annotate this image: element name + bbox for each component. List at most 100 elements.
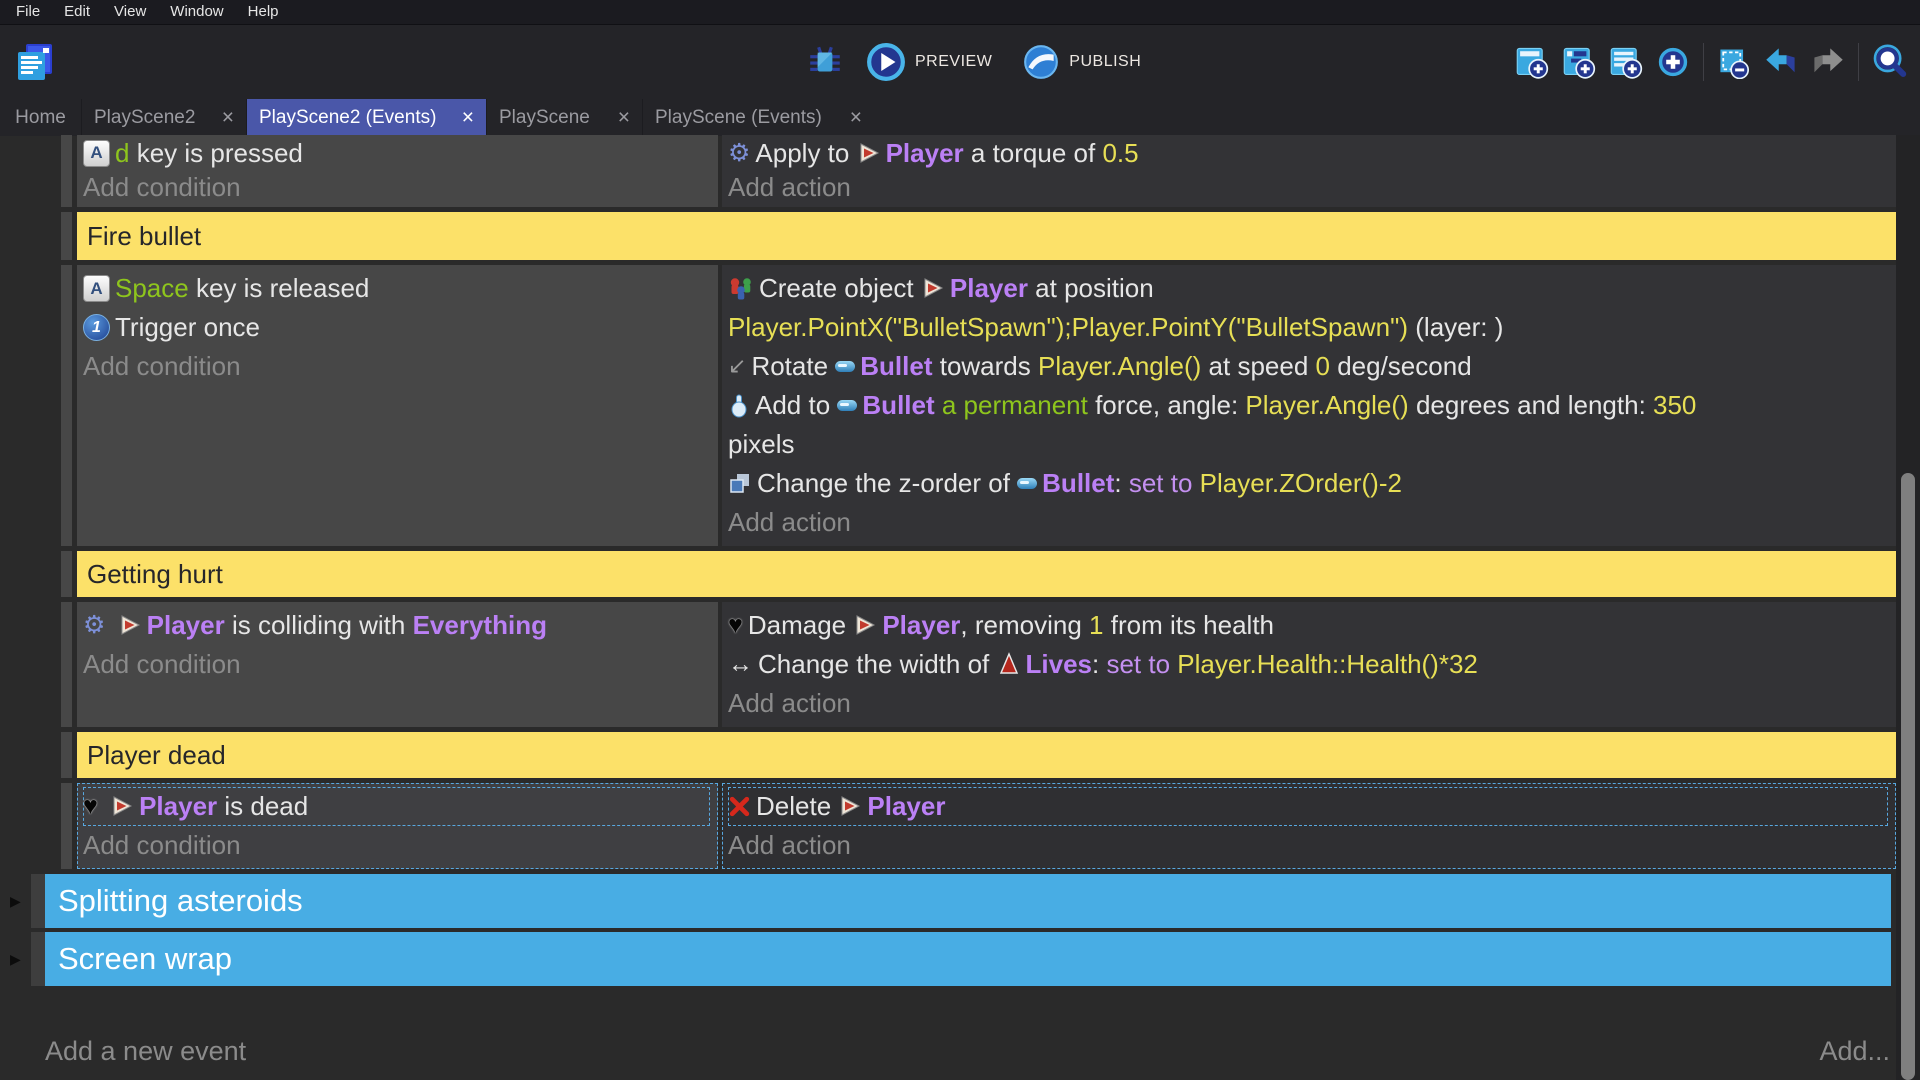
collapse-arrow-icon[interactable]: ▶	[0, 932, 31, 986]
tab-close-icon[interactable]: ×	[850, 107, 862, 128]
text-segment	[103, 791, 110, 821]
menu-item-view[interactable]: View	[102, 0, 158, 24]
comment-text: Getting hurt	[87, 559, 223, 590]
publish-icon[interactable]	[1022, 43, 1060, 81]
add-event-icon[interactable]	[1515, 45, 1549, 79]
action-line[interactable]: ♥Damage Player, removing 1 from its heal…	[728, 606, 1888, 645]
event-gutter	[61, 551, 72, 597]
add-action-link[interactable]: Add action	[728, 826, 1888, 865]
condition-line[interactable]: ASpace key is released	[83, 269, 710, 308]
text-segment: key is pressed	[129, 138, 302, 168]
text-segment: is dead	[217, 791, 308, 821]
action-line[interactable]: Delete Player	[728, 787, 1888, 826]
debug-icon[interactable]	[806, 43, 844, 81]
menubar: FileEditViewWindowHelp	[0, 0, 1920, 24]
group-bar[interactable]: Splitting asteroids	[45, 874, 1891, 928]
condition-line[interactable]: 1Trigger once	[83, 308, 710, 347]
search-icon[interactable]	[1872, 44, 1908, 80]
add-condition-link[interactable]: Add condition	[83, 826, 710, 865]
menu-item-file[interactable]: File	[4, 0, 52, 24]
add-condition-link[interactable]: Add condition	[83, 170, 710, 204]
text-segment: degrees and length:	[1409, 390, 1653, 420]
text-segment: force, angle:	[1088, 390, 1246, 420]
tab-close-icon[interactable]: ×	[462, 107, 474, 128]
add-more-link[interactable]: Add...	[1819, 1036, 1890, 1067]
comment-row: Fire bullet	[0, 212, 1896, 260]
text-segment: Bullet	[862, 390, 934, 420]
actions-cell: Create object Player at positionPlayer.P…	[722, 265, 1896, 546]
rotate-icon: ↙	[728, 355, 746, 377]
tab-label: PlayScene	[499, 107, 590, 129]
text-segment: :	[1092, 649, 1106, 679]
tab-home[interactable]: Home	[0, 99, 81, 136]
add-new-event-link[interactable]: Add a new event	[45, 1036, 246, 1067]
delete-selection-icon[interactable]	[1717, 45, 1751, 79]
add-condition-link[interactable]: Add condition	[83, 645, 710, 684]
condition-line[interactable]: Ad key is pressed	[83, 136, 710, 170]
menu-item-edit[interactable]: Edit	[52, 0, 102, 24]
undo-icon[interactable]	[1764, 45, 1798, 79]
text-segment: 0	[1316, 351, 1330, 381]
add-action-link[interactable]: Add action	[728, 684, 1888, 723]
player-icon	[857, 141, 881, 165]
condition-line[interactable]: ♥ Player is dead	[83, 787, 710, 826]
delete-icon	[728, 795, 751, 818]
text-segment: from its health	[1104, 610, 1275, 640]
event-gutter[interactable]	[61, 602, 72, 727]
action-line[interactable]: Add to Bullet a permanent force, angle: …	[728, 386, 1888, 425]
text-segment: Rotate	[751, 351, 835, 381]
key-icon: A	[83, 275, 110, 302]
action-line[interactable]: Change the z-order of Bullet: set to Pla…	[728, 464, 1888, 503]
preview-play-icon[interactable]	[866, 42, 906, 82]
action-line[interactable]: pixels	[728, 425, 1888, 464]
add-condition-link[interactable]: Add condition	[83, 347, 710, 386]
events-footer: Add a new event Add...	[0, 1028, 1896, 1080]
add-action-link[interactable]: Add action	[728, 503, 1888, 542]
collapse-arrow-icon[interactable]: ▶	[0, 874, 31, 928]
add-comment-icon[interactable]	[1609, 45, 1643, 79]
event-gutter[interactable]	[61, 265, 72, 546]
preview-label[interactable]: PREVIEW	[915, 53, 992, 71]
project-manager-icon[interactable]	[12, 40, 54, 84]
publish-label[interactable]: PUBLISH	[1069, 53, 1141, 71]
scrollbar-thumb[interactable]	[1901, 473, 1915, 1080]
text-segment: (layer: )	[1408, 312, 1503, 342]
comment-bar[interactable]: Fire bullet	[77, 212, 1896, 260]
group-bar[interactable]: Screen wrap	[45, 932, 1891, 986]
add-circle-icon[interactable]	[1656, 45, 1690, 79]
action-line[interactable]: Create object Player at position	[728, 269, 1888, 308]
menu-item-window[interactable]: Window	[158, 0, 235, 24]
tab-label: PlayScene2 (Events)	[259, 107, 436, 129]
text-segment: pixels	[728, 429, 794, 459]
text-segment: at speed	[1201, 351, 1315, 381]
text-segment: Change the z-order of	[757, 468, 1017, 498]
condition-line[interactable]: ⚙ Player is colliding with Everything	[83, 606, 710, 645]
action-line[interactable]: ↙Rotate Bullet towards Player.Angle() at…	[728, 347, 1888, 386]
comment-bar[interactable]: Player dead	[77, 732, 1896, 778]
text-segment: Delete	[756, 791, 838, 821]
text-segment: Player.Angle()	[1038, 351, 1201, 381]
tab-playscene2[interactable]: PlayScene2 ×	[81, 99, 246, 136]
action-line[interactable]: Player.PointX("BulletSpawn");Player.Poin…	[728, 308, 1888, 347]
toolbar-separator	[1703, 43, 1704, 81]
tab-playscene[interactable]: PlayScene ×	[486, 99, 642, 136]
add-action-link[interactable]: Add action	[728, 170, 1888, 204]
text-segment: a torque of	[964, 138, 1103, 168]
tab-label: PlayScene2	[94, 107, 195, 129]
comment-bar[interactable]: Getting hurt	[77, 551, 1896, 597]
event-gutter[interactable]	[61, 783, 72, 869]
tab-close-icon[interactable]: ×	[618, 107, 630, 128]
redo-icon[interactable]	[1811, 45, 1845, 79]
tab-playscene2-events-[interactable]: PlayScene2 (Events) ×	[246, 99, 486, 136]
action-line[interactable]: ↔Change the width of Lives: set to Playe…	[728, 645, 1888, 684]
event-gutter[interactable]	[61, 135, 72, 207]
text-segment: d	[115, 138, 129, 168]
heart-icon: ♥	[83, 794, 98, 819]
create-object-icon	[728, 276, 754, 301]
add-subevent-icon[interactable]	[1562, 45, 1596, 79]
tab-close-icon[interactable]: ×	[222, 107, 234, 128]
tab-playscene-events-[interactable]: PlayScene (Events)×	[642, 99, 874, 136]
scrollbar-track[interactable]	[1896, 135, 1920, 1080]
action-line[interactable]: ⚙Apply to Player a torque of 0.5	[728, 136, 1888, 170]
menu-item-help[interactable]: Help	[236, 0, 291, 24]
